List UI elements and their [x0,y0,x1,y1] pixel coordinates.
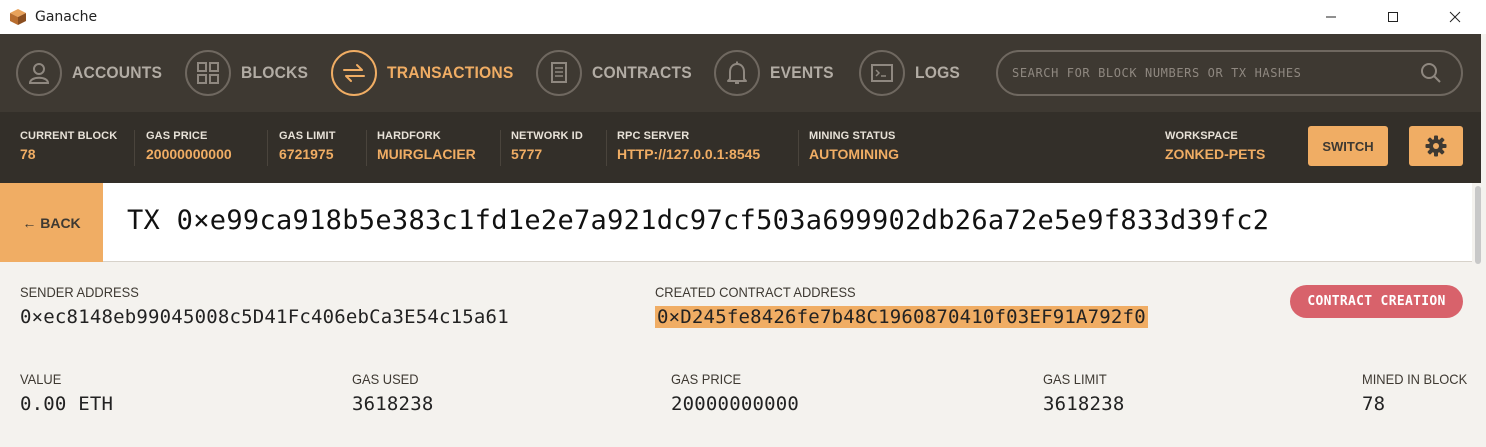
stat-label: GAS PRICE [146,130,208,142]
document-icon [551,62,567,83]
search-icon[interactable] [1419,61,1443,85]
nav-events[interactable]: EVENTS [714,34,839,112]
scrollbar-thumb[interactable] [1475,186,1481,264]
gas-used-value: 3618238 [352,393,434,415]
stat-mining-status: MINING STATUS AUTOMINING [809,130,929,166]
tx-header: ← BACK TX 0×e99ca918b5e383c1fd1e2e7a921d… [0,183,1472,262]
grid-icon [197,62,219,84]
stat-network-id: NETWORK ID 5777 [511,130,607,166]
minimize-button[interactable] [1300,0,1362,34]
stat-value: 5777 [511,146,543,162]
title-bar: Ganache [0,0,1486,34]
nav-contracts[interactable]: CONTRACTS [536,34,701,112]
nav-contracts-label: CONTRACTS [592,63,692,82]
gear-icon [1425,135,1447,157]
search-input[interactable] [1012,53,1419,93]
close-icon [1449,11,1461,23]
stat-value: 6721975 [279,146,334,162]
stat-rpc-server: RPC SERVER HTTP://127.0.0.1:8545 [617,130,799,166]
status-bar: CURRENT BLOCK 78 GAS PRICE 20000000000 G… [0,112,1481,183]
created-contract-address-link[interactable]: 0×D245fe8426fe7b48C1960870410f03EF91A792… [655,306,1148,328]
person-icon [28,63,50,84]
maximize-icon [1388,12,1398,22]
search-box [996,50,1463,96]
value-value: 0.00 ETH [20,393,114,415]
stat-value: ZONKED-PETS [1165,146,1266,162]
stat-label: WORKSPACE [1165,130,1238,142]
gas-price-label: GAS PRICE [671,371,742,387]
settings-button[interactable] [1409,126,1463,166]
stat-value: MUIRGLACIER [377,146,476,162]
nav-transactions-label: TRANSACTIONS [387,63,514,82]
back-label: ← BACK [22,214,81,231]
stat-label: MINING STATUS [809,130,896,142]
switch-workspace-button[interactable]: SWITCH [1308,126,1388,166]
close-button[interactable] [1424,0,1486,34]
gas-used-label: GAS USED [352,371,419,387]
minimize-icon [1326,16,1336,18]
nav-logs-label: LOGS [915,63,961,82]
stat-label: RPC SERVER [617,130,690,142]
stat-hardfork: HARDFORK MUIRGLACIER [377,130,501,166]
nav-logs[interactable]: LOGS [859,34,964,112]
mined-in-block-value: 78 [1362,393,1386,415]
swap-arrows-icon [343,64,365,82]
stat-workspace: WORKSPACE ZONKED-PETS [1165,130,1285,166]
maximize-button[interactable] [1362,0,1424,34]
nav-blocks-label: BLOCKS [241,63,309,82]
stat-gas-price: GAS PRICE 20000000000 [146,130,268,166]
tx-hash-title: TX 0×e99ca918b5e383c1fd1e2e7a921dc97cf50… [127,205,1270,236]
created-contract-address-label: CREATED CONTRACT ADDRESS [655,284,856,300]
ganache-logo-icon [10,9,26,25]
window-controls [1300,0,1486,34]
stat-label: GAS LIMIT [279,130,336,142]
bell-icon [727,61,747,84]
stat-label: CURRENT BLOCK [20,130,118,142]
terminal-icon [871,64,893,82]
gas-limit-value: 3618238 [1043,393,1125,415]
created-contract-address-value[interactable]: 0×D245fe8426fe7b48C1960870410f03EF91A792… [655,306,1148,328]
main-nav: ACCOUNTS BLOCKS TRANSACTIONS CONTRACTS E… [0,34,1481,112]
stat-value: AUTOMINING [809,146,899,162]
stat-value: HTTP://127.0.0.1:8545 [617,146,761,162]
nav-events-label: EVENTS [770,63,834,82]
gas-price-value: 20000000000 [671,393,800,415]
contract-creation-badge: CONTRACT CREATION [1290,285,1463,318]
stat-value: 78 [20,146,36,162]
sender-address-label: SENDER ADDRESS [20,284,139,300]
back-button[interactable]: ← BACK [0,183,103,262]
value-label: VALUE [20,371,62,387]
stat-label: NETWORK ID [511,130,583,142]
stat-label: HARDFORK [377,130,441,142]
nav-blocks[interactable]: BLOCKS [185,34,314,112]
stat-gas-limit: GAS LIMIT 6721975 [279,130,367,166]
mined-in-block-label: MINED IN BLOCK [1362,371,1468,387]
stat-current-block: CURRENT BLOCK 78 [20,130,135,166]
nav-accounts[interactable]: ACCOUNTS [16,34,170,112]
nav-accounts-label: ACCOUNTS [72,63,163,82]
stat-value: 20000000000 [146,146,232,162]
sender-address-value: 0×ec8148eb99045008c5D41Fc406ebCa3E54c15a… [20,306,509,328]
gas-limit-label: GAS LIMIT [1043,371,1107,387]
nav-transactions[interactable]: TRANSACTIONS [331,34,524,112]
window-title: Ganache [35,9,98,25]
